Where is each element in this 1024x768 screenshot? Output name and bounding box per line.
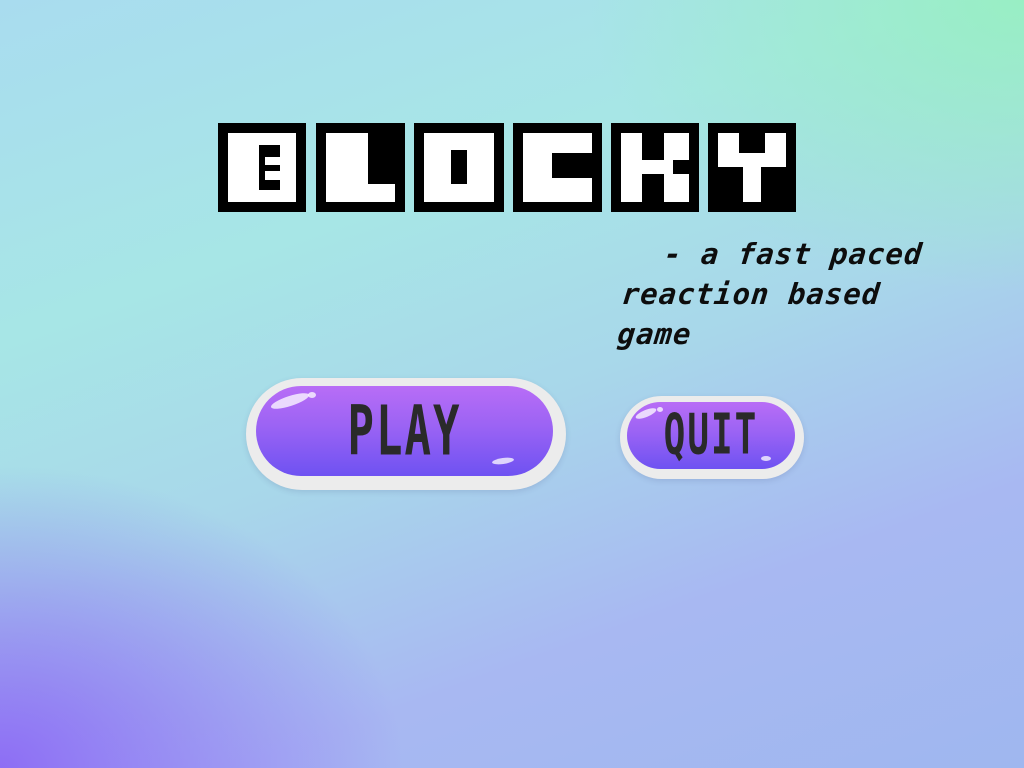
quit-button-face: QUIT (627, 402, 795, 469)
logo-letter-c (513, 123, 602, 212)
main-menu-screen: - a fast paced reaction based game PLAY … (0, 0, 1024, 768)
play-button[interactable]: PLAY (246, 378, 566, 490)
logo-letter-y (708, 123, 796, 212)
play-button-face: PLAY (256, 386, 553, 476)
logo-letter-l (316, 123, 405, 212)
play-button-label: PLAY (347, 391, 462, 471)
game-tagline: - a fast paced reaction based game (594, 234, 967, 354)
game-logo (218, 123, 796, 212)
logo-letter-o (414, 123, 504, 212)
quit-button[interactable]: QUIT (620, 396, 804, 479)
logo-letter-b (218, 123, 306, 212)
tagline-line-2: reaction based game (616, 277, 883, 351)
tagline-line-1: - a fast paced (662, 237, 925, 271)
logo-letter-k (611, 123, 699, 212)
quit-button-label: QUIT (663, 403, 759, 468)
